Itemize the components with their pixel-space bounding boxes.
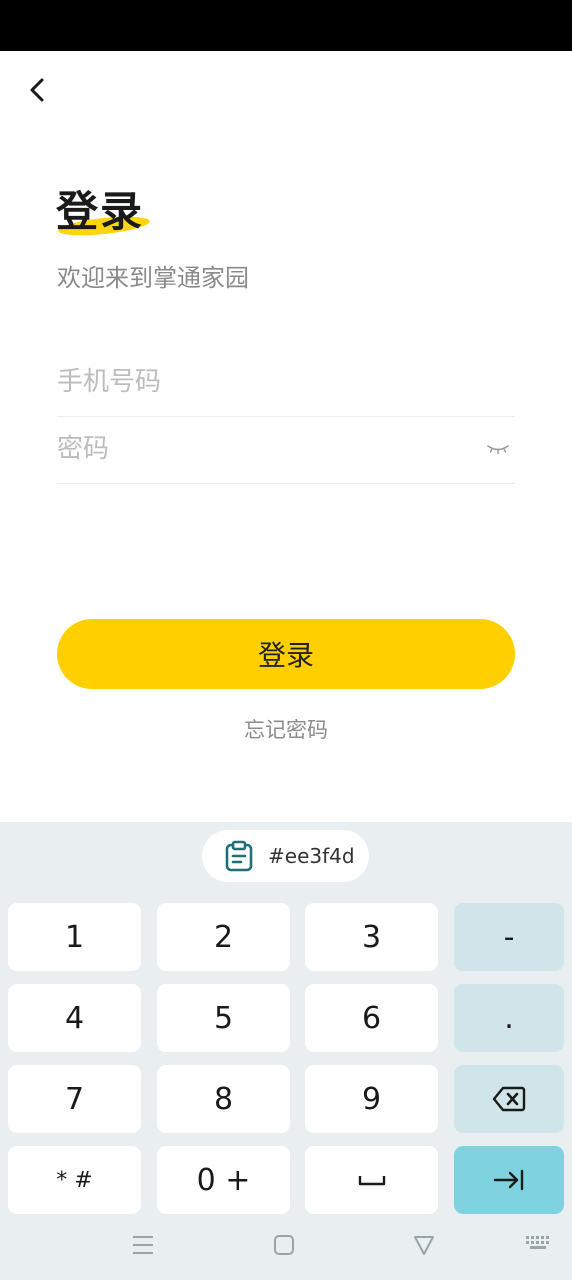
tab-enter-icon bbox=[493, 1169, 524, 1191]
chevron-left-icon bbox=[30, 78, 44, 102]
status-bar bbox=[0, 0, 572, 51]
back-button[interactable] bbox=[22, 74, 54, 106]
key-minus[interactable]: - bbox=[454, 903, 564, 971]
home-square-icon[interactable] bbox=[273, 1234, 295, 1256]
key-3[interactable]: 3 bbox=[305, 903, 438, 971]
backspace-key[interactable] bbox=[454, 1065, 564, 1133]
key-7[interactable]: 7 bbox=[8, 1065, 141, 1133]
password-input[interactable] bbox=[57, 417, 477, 481]
key-9[interactable]: 9 bbox=[305, 1065, 438, 1133]
key-5[interactable]: 5 bbox=[157, 984, 290, 1052]
key-8[interactable]: 8 bbox=[157, 1065, 290, 1133]
phone-field bbox=[57, 350, 515, 417]
welcome-subtitle: 欢迎来到掌通家园 bbox=[57, 264, 249, 292]
backspace-icon bbox=[492, 1086, 526, 1112]
keyboard-icon[interactable] bbox=[525, 1234, 551, 1254]
system-navigation-bar bbox=[0, 1222, 572, 1268]
space-icon bbox=[358, 1176, 385, 1186]
eye-closed-icon[interactable] bbox=[485, 439, 511, 459]
menu-icon[interactable] bbox=[131, 1234, 155, 1256]
clipboard-icon bbox=[225, 840, 253, 872]
password-field bbox=[57, 417, 515, 484]
key-6[interactable]: 6 bbox=[305, 984, 438, 1052]
numeric-keyboard: #ee3f4d 1 2 3 - 4 5 6 . 7 8 9 * # 0 + bbox=[0, 822, 572, 1280]
forgot-password-label[interactable]: 忘记密码 bbox=[244, 718, 328, 742]
clipboard-text: #ee3f4d bbox=[268, 844, 355, 868]
forgot-password-link: 忘记密码 bbox=[0, 714, 572, 744]
login-title-group: 登录 bbox=[56, 186, 151, 239]
clipboard-suggestion[interactable]: #ee3f4d bbox=[202, 830, 369, 882]
page-title: 登录 bbox=[56, 187, 145, 236]
space-key[interactable] bbox=[305, 1146, 438, 1214]
login-button[interactable]: 登录 bbox=[57, 619, 515, 689]
key-2[interactable]: 2 bbox=[157, 903, 290, 971]
key-zero-plus[interactable]: 0 + bbox=[157, 1146, 290, 1214]
key-dot[interactable]: . bbox=[454, 984, 564, 1052]
back-triangle-icon[interactable] bbox=[413, 1234, 435, 1256]
key-1[interactable]: 1 bbox=[8, 903, 141, 971]
phone-input[interactable] bbox=[57, 350, 477, 414]
key-symbols[interactable]: * # bbox=[8, 1146, 141, 1214]
key-4[interactable]: 4 bbox=[8, 984, 141, 1052]
enter-key[interactable] bbox=[454, 1146, 564, 1214]
